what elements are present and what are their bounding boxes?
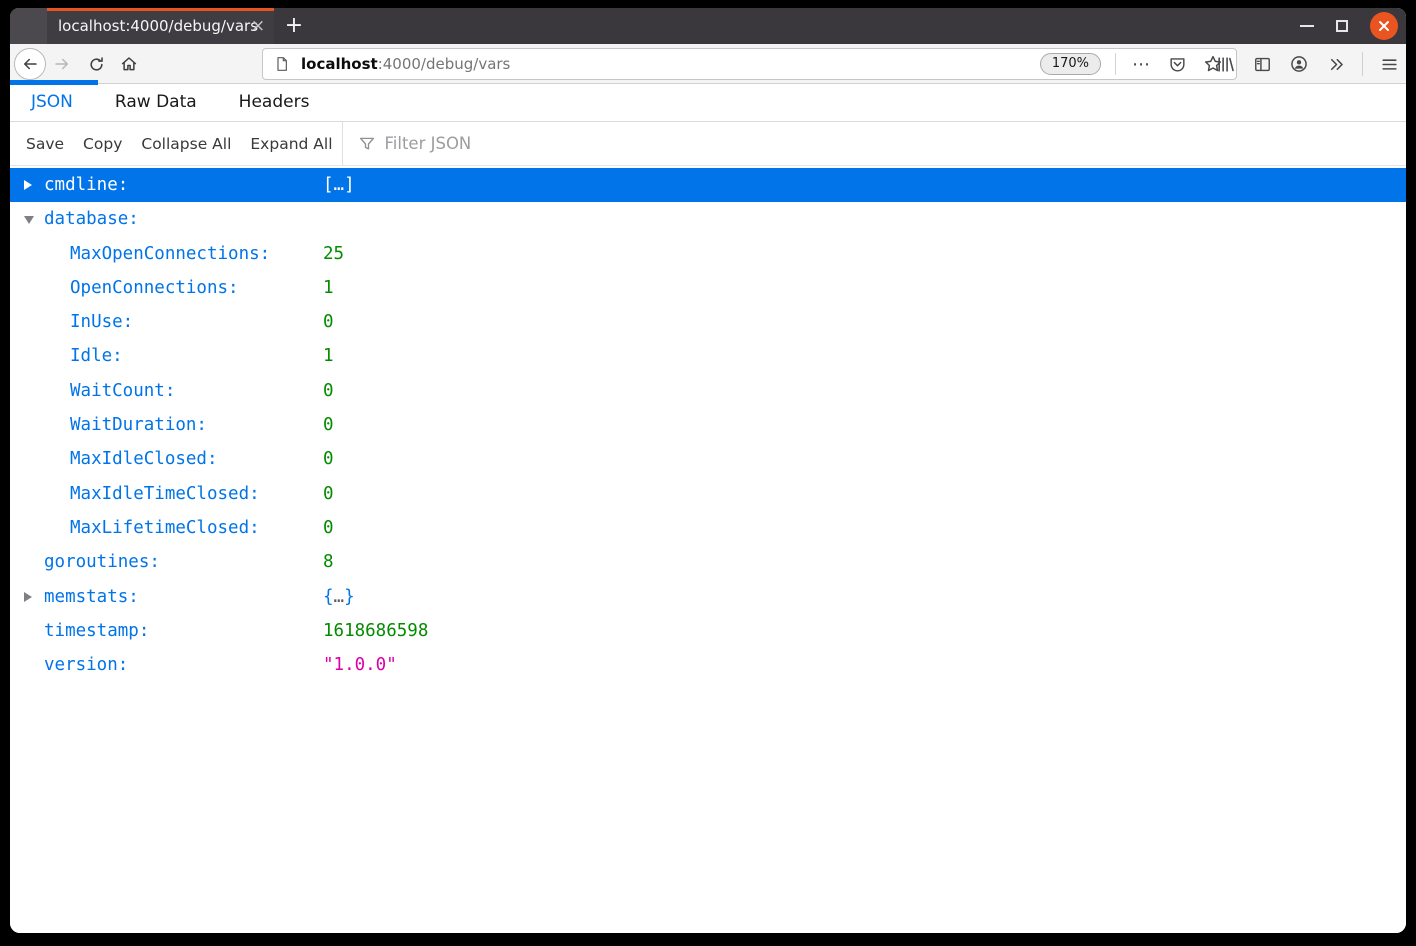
- titlebar-spacer: [10, 8, 47, 44]
- tab-json[interactable]: JSON: [10, 84, 94, 121]
- filter-funnel-icon: [358, 135, 376, 153]
- json-value: 25: [323, 243, 345, 264]
- expand-arrow-icon[interactable]: [24, 591, 32, 602]
- open-brace: {: [323, 586, 334, 607]
- json-value: 1618686598: [323, 620, 429, 641]
- zoom-level-badge[interactable]: 170%: [1039, 53, 1101, 75]
- toolbar-separator: [1362, 52, 1363, 76]
- tab-headers[interactable]: Headers: [218, 84, 331, 121]
- page-icon: [274, 56, 290, 72]
- home-icon: [121, 57, 137, 71]
- json-key: OpenConnections:: [70, 277, 239, 298]
- menu-icon[interactable]: [1376, 53, 1402, 75]
- json-row-maxidletimeclosed[interactable]: MaxIdleTimeClosed: 0: [10, 477, 1406, 511]
- json-viewer-tabs: JSON Raw Data Headers: [10, 80, 1406, 122]
- overflow-chevrons-icon[interactable]: [1323, 53, 1349, 75]
- json-key: MaxIdleTimeClosed:: [70, 483, 260, 504]
- tab-raw-data[interactable]: Raw Data: [94, 84, 218, 121]
- json-key: database:: [44, 209, 139, 230]
- json-value: 0: [323, 449, 334, 470]
- copy-button[interactable]: Copy: [83, 135, 122, 153]
- account-icon[interactable]: [1286, 53, 1312, 75]
- json-row-database[interactable]: database:: [10, 202, 1406, 236]
- json-key: MaxIdleClosed:: [70, 449, 218, 470]
- collapse-arrow-icon[interactable]: [24, 216, 34, 225]
- navigation-toolbar: localhost:4000/debug/vars 170% ⋯: [10, 44, 1406, 84]
- json-value: 0: [323, 415, 334, 436]
- json-row-openconnections[interactable]: OpenConnections: 1: [10, 271, 1406, 305]
- window-maximize-button[interactable]: [1336, 20, 1348, 32]
- json-key: WaitDuration:: [70, 415, 207, 436]
- json-row-timestamp[interactable]: timestamp: 1618686598: [10, 614, 1406, 648]
- home-button[interactable]: [113, 48, 145, 80]
- urlbar-separator: [1115, 53, 1116, 75]
- save-button[interactable]: Save: [26, 135, 64, 153]
- url-bar[interactable]: localhost:4000/debug/vars 170% ⋯: [262, 48, 1237, 80]
- pocket-icon[interactable]: [1166, 53, 1188, 75]
- json-value: 0: [323, 380, 334, 401]
- json-value: 0: [323, 483, 334, 504]
- reload-icon: [89, 56, 103, 71]
- json-key: memstats:: [44, 586, 139, 607]
- json-value[interactable]: […]: [323, 168, 355, 202]
- back-button[interactable]: [14, 48, 46, 80]
- json-key: goroutines:: [44, 552, 160, 573]
- json-key: MaxLifetimeClosed:: [70, 517, 260, 538]
- json-key: Idle:: [70, 346, 123, 367]
- json-value: 0: [323, 312, 334, 333]
- json-value: 1: [323, 346, 334, 367]
- collapse-all-button[interactable]: Collapse All: [141, 135, 231, 153]
- expand-arrow-icon[interactable]: [24, 180, 32, 191]
- json-row-maxopenconnections[interactable]: MaxOpenConnections: 25: [10, 237, 1406, 271]
- json-row-idle[interactable]: Idle: 1: [10, 339, 1406, 373]
- tab-title: localhost:4000/debug/vars: [58, 17, 259, 35]
- json-row-waitduration[interactable]: WaitDuration: 0: [10, 408, 1406, 442]
- sidebar-icon[interactable]: [1249, 53, 1275, 75]
- json-value[interactable]: {…}: [323, 580, 355, 614]
- json-value: 8: [323, 552, 334, 573]
- ellipsis: …: [333, 586, 345, 607]
- browser-tab[interactable]: localhost:4000/debug/vars ×: [47, 8, 274, 44]
- browser-window: localhost:4000/debug/vars × + localhost:…: [10, 8, 1406, 933]
- expand-all-button[interactable]: Expand All: [250, 135, 332, 153]
- json-row-memstats[interactable]: memstats: {…}: [10, 580, 1406, 614]
- json-key: WaitCount:: [70, 380, 176, 401]
- json-value: 1: [323, 277, 334, 298]
- library-icon[interactable]: [1212, 53, 1238, 75]
- json-value: "1.0.0": [323, 655, 397, 676]
- json-row-inuse[interactable]: InUse: 0: [10, 305, 1406, 339]
- json-row-goroutines[interactable]: goroutines: 8: [10, 545, 1406, 579]
- json-key: cmdline:: [44, 175, 129, 195]
- json-value: 0: [323, 517, 334, 538]
- forward-button[interactable]: [46, 48, 78, 80]
- close-brace: }: [344, 586, 355, 607]
- new-tab-button[interactable]: +: [281, 13, 307, 39]
- filter-json-input[interactable]: [384, 134, 685, 153]
- json-viewer-toolbar: Save Copy Collapse All Expand All: [10, 121, 1406, 166]
- url-text[interactable]: localhost:4000/debug/vars: [301, 55, 1040, 73]
- titlebar: localhost:4000/debug/vars × +: [10, 8, 1406, 44]
- reload-button[interactable]: [80, 48, 112, 80]
- url-path: :4000/debug/vars: [377, 55, 511, 73]
- url-domain: localhost: [301, 55, 378, 73]
- window-close-button[interactable]: [1370, 12, 1398, 40]
- page-actions-icon[interactable]: ⋯: [1130, 53, 1152, 75]
- json-row-maxidleclosed[interactable]: MaxIdleClosed: 0: [10, 442, 1406, 476]
- json-row-maxlifetimeclosed[interactable]: MaxLifetimeClosed: 0: [10, 511, 1406, 545]
- window-minimize-button[interactable]: [1300, 25, 1314, 27]
- json-row-cmdline[interactable]: cmdline: […]: [10, 168, 1406, 203]
- json-key: timestamp:: [44, 620, 150, 641]
- json-row-version[interactable]: version: "1.0.0": [10, 648, 1406, 682]
- forward-arrow-icon: [55, 58, 68, 70]
- tab-close-icon[interactable]: ×: [248, 16, 268, 36]
- back-arrow-icon: [24, 58, 37, 70]
- json-tree: cmdline: […] database: MaxOpenConnection…: [10, 166, 1406, 933]
- json-key: InUse:: [70, 312, 134, 333]
- json-row-waitcount[interactable]: WaitCount: 0: [10, 374, 1406, 408]
- json-key: MaxOpenConnections:: [70, 243, 271, 264]
- close-x-icon: [1379, 21, 1389, 31]
- json-key: version:: [44, 655, 129, 676]
- toolbar-separator: [341, 121, 343, 166]
- active-tab-indicator: [10, 80, 98, 85]
